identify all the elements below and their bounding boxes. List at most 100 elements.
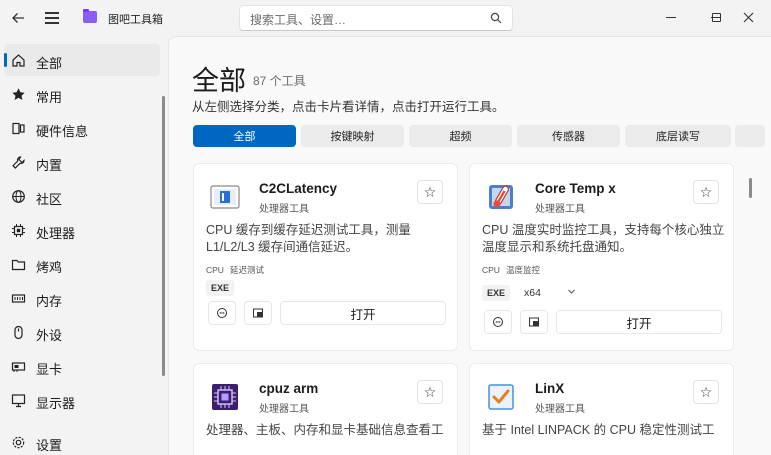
tool-category: 处理器工具 bbox=[535, 404, 585, 415]
folder-open-icon bbox=[253, 308, 263, 318]
search-placeholder: 搜索工具、设置… bbox=[250, 13, 347, 27]
favorite-star-icon[interactable]: ☆ bbox=[693, 180, 719, 204]
sidebar-item-stress[interactable]: 烤鸡 bbox=[4, 248, 160, 280]
exe-badge: EXE bbox=[482, 285, 511, 301]
open-button[interactable]: 打开 bbox=[556, 310, 722, 334]
tool-category: 处理器工具 bbox=[259, 204, 309, 215]
main-scrollbar[interactable] bbox=[749, 178, 752, 198]
tag: CPU bbox=[206, 265, 224, 275]
sidebar-item-label: 常用 bbox=[36, 90, 63, 105]
sidebar-item-label: 设置 bbox=[36, 438, 63, 453]
sidebar-item-label: 处理器 bbox=[36, 226, 76, 241]
sidebar: 全部 常用 硬件信息 内置 社区 处理器 烤鸡 内存 外设 显卡 显示器 设置 bbox=[0, 42, 168, 455]
sidebar-item-label: 显卡 bbox=[36, 362, 63, 377]
tab-sensors[interactable]: 传感器 bbox=[517, 125, 620, 147]
app-title: 图吧工具箱 bbox=[108, 14, 163, 26]
cpuz-chip-icon bbox=[210, 382, 240, 412]
open-folder-button[interactable] bbox=[244, 301, 272, 325]
back-arrow-icon[interactable] bbox=[4, 4, 32, 32]
minimize-button[interactable] bbox=[648, 0, 694, 34]
sidebar-item-gpu[interactable]: 显卡 bbox=[4, 350, 160, 382]
tool-count: 87 个工具 bbox=[253, 74, 306, 88]
feedback-button[interactable] bbox=[208, 301, 236, 325]
monitor-icon bbox=[10, 392, 26, 408]
sidebar-item-label: 外设 bbox=[36, 328, 63, 343]
tool-category: 处理器工具 bbox=[259, 404, 309, 415]
open-button[interactable]: 打开 bbox=[280, 301, 446, 325]
tag: 延迟测试 bbox=[229, 265, 264, 275]
globe-icon bbox=[10, 188, 26, 204]
hardware-info-icon bbox=[10, 120, 26, 136]
mouse-icon bbox=[10, 324, 26, 340]
folder-open-icon bbox=[529, 317, 539, 327]
sidebar-item-settings[interactable]: 设置 bbox=[4, 426, 160, 455]
tab-overclock[interactable]: 超频 bbox=[409, 125, 512, 147]
sidebar-item-label: 全部 bbox=[36, 56, 63, 71]
sidebar-item-favorites[interactable]: 常用 bbox=[4, 78, 160, 110]
favorite-star-icon[interactable]: ☆ bbox=[693, 380, 719, 404]
tool-description: 基于 Intel LINPACK 的 CPU 稳定性测试工 bbox=[482, 423, 715, 437]
tab-key-mapping[interactable]: 按键映射 bbox=[301, 125, 404, 147]
tool-description: 处理器、主板、内存和显卡基础信息查看工 bbox=[206, 423, 444, 437]
tag: CPU bbox=[482, 265, 500, 275]
tool-description: CPU 温度实时监控工具，支持每个核心独立温度显示和系统托盘通知。 bbox=[482, 223, 725, 254]
sidebar-item-community[interactable]: 社区 bbox=[4, 180, 160, 212]
cpu-icon bbox=[10, 222, 26, 238]
favorite-star-icon[interactable]: ☆ bbox=[417, 180, 443, 204]
favorite-star-icon[interactable]: ☆ bbox=[417, 380, 443, 404]
arch-select[interactable]: x64 bbox=[516, 283, 584, 303]
sidebar-item-builtin[interactable]: 内置 bbox=[4, 146, 160, 178]
tool-name: cpuz arm bbox=[259, 381, 319, 396]
gpu-icon bbox=[10, 358, 26, 374]
sidebar-item-processor[interactable]: 处理器 bbox=[4, 214, 160, 246]
sidebar-item-label: 内置 bbox=[36, 158, 63, 173]
sidebar-item-peripherals[interactable]: 外设 bbox=[4, 316, 160, 348]
tool-card[interactable]: cpuz arm 处理器工具 ☆ 处理器、主板、内存和显卡基础信息查看工 bbox=[193, 363, 458, 455]
chat-bubble-icon bbox=[217, 308, 227, 318]
exe-badge: EXE bbox=[206, 280, 235, 296]
feedback-button[interactable] bbox=[484, 310, 512, 334]
chevron-down-icon bbox=[567, 285, 576, 301]
app-folder-icon bbox=[83, 9, 97, 23]
tab-more[interactable] bbox=[735, 125, 765, 147]
search-icon[interactable] bbox=[490, 12, 502, 24]
open-folder-button[interactable] bbox=[520, 310, 548, 334]
sidebar-item-hardware-info[interactable]: 硬件信息 bbox=[4, 112, 160, 144]
sidebar-item-label: 内存 bbox=[36, 294, 63, 309]
sidebar-item-memory[interactable]: 内存 bbox=[4, 282, 160, 314]
tool-name: Core Temp x bbox=[535, 181, 616, 196]
c2clatency-app-icon bbox=[210, 182, 240, 212]
star-icon bbox=[10, 86, 26, 102]
home-icon bbox=[10, 52, 26, 68]
arch-value: x64 bbox=[524, 287, 541, 299]
close-icon[interactable] bbox=[725, 0, 771, 34]
gear-icon bbox=[10, 434, 26, 450]
tool-description: CPU 缓存到缓存延迟测试工具，测量 L1/L2/L3 缓存间通信延迟。 bbox=[206, 223, 411, 254]
tool-card[interactable]: LinX 处理器工具 ☆ 基于 Intel LINPACK 的 CPU 稳定性测… bbox=[469, 363, 734, 455]
title-bar: 图吧工具箱 搜索工具、设置… bbox=[0, 0, 771, 36]
sidebar-item-monitor[interactable]: 显示器 bbox=[4, 384, 160, 416]
sidebar-item-label: 硬件信息 bbox=[36, 124, 89, 139]
sidebar-item-label: 烤鸡 bbox=[36, 260, 63, 275]
tool-name: LinX bbox=[535, 381, 565, 396]
sidebar-item-all[interactable]: 全部 bbox=[4, 44, 160, 76]
memory-icon bbox=[10, 290, 26, 306]
tool-category: 处理器工具 bbox=[535, 204, 585, 215]
tool-card[interactable]: Core Temp x 处理器工具 ☆ CPU 温度实时监控工具，支持每个核心独… bbox=[469, 163, 734, 351]
tool-tags: CPU 温度监控 bbox=[482, 264, 546, 276]
tab-low-level-rw[interactable]: 底层读写 bbox=[625, 125, 731, 147]
linx-checkmark-icon bbox=[486, 382, 516, 412]
folder-icon bbox=[10, 256, 26, 272]
tag: 温度监控 bbox=[505, 265, 540, 275]
tab-all[interactable]: 全部 bbox=[193, 125, 296, 147]
sidebar-item-label: 社区 bbox=[36, 192, 63, 207]
sidebar-scrollbar[interactable] bbox=[162, 96, 165, 376]
search-input[interactable]: 搜索工具、设置… bbox=[239, 5, 513, 31]
tool-card[interactable]: C2CLatency 处理器工具 ☆ CPU 缓存到缓存延迟测试工具，测量 L1… bbox=[193, 163, 458, 351]
main-content: 全部 87 个工具 从左侧选择分类，点击卡片看详情，点击打开运行工具。 全部 按… bbox=[168, 36, 771, 455]
coretemp-thermometer-icon bbox=[486, 182, 516, 212]
page-subtitle: 从左侧选择分类，点击卡片看详情，点击打开运行工具。 bbox=[192, 100, 505, 114]
sidebar-item-label: 显示器 bbox=[36, 396, 76, 411]
hamburger-icon[interactable] bbox=[38, 4, 66, 32]
tool-name: C2CLatency bbox=[259, 181, 338, 196]
